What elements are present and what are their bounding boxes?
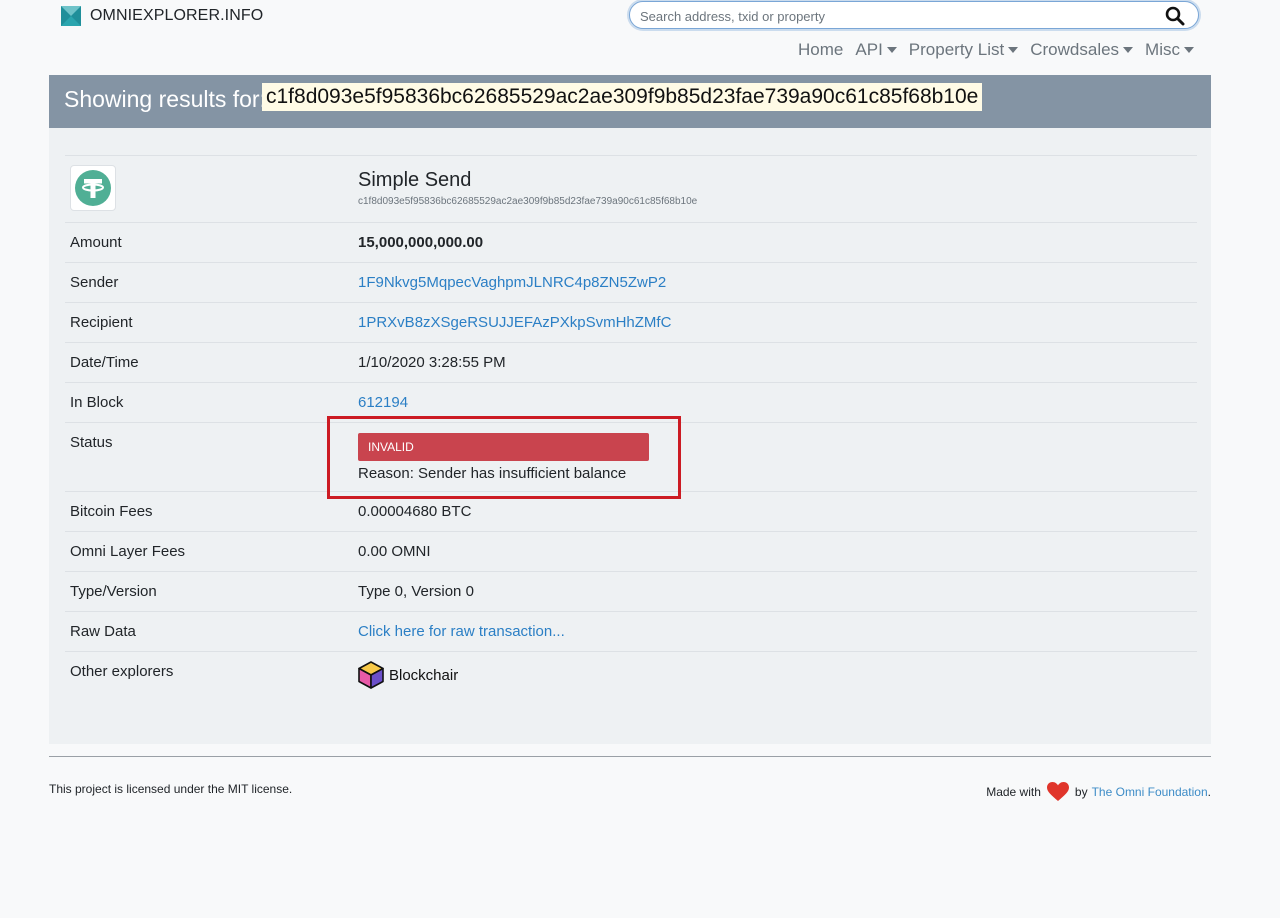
sender-label: Sender	[70, 274, 119, 291]
transaction-panel: Simple Send c1f8d093e5f95836bc62685529ac…	[49, 128, 1211, 744]
omni-fees-label: Omni Layer Fees	[70, 543, 186, 560]
raw-data-row: Raw Data Click here for raw transaction.…	[65, 612, 1197, 652]
type-version-row: Type/Version Type 0, Version 0	[65, 572, 1197, 612]
omni-foundation-link[interactable]: The Omni Foundation	[1092, 785, 1208, 799]
bitcoin-fees-row: Bitcoin Fees 0.00004680 BTC	[65, 492, 1197, 532]
status-row: Status INVALID Reason: Sender has insuff…	[65, 416, 1197, 499]
by-label: by	[1074, 785, 1088, 799]
license-text: This project is licensed under the MIT l…	[49, 782, 293, 796]
brand-name: OMNIEXPLORER.INFO	[90, 7, 264, 24]
datetime-row: Date/Time 1/10/2020 3:28:55 PM	[65, 343, 1197, 383]
made-with-label: Made with	[986, 785, 1041, 799]
chevron-down-icon	[886, 47, 897, 53]
bitcoin-fees-value: 0.00004680 BTC	[358, 503, 472, 520]
transaction-table: Simple Send c1f8d093e5f95836bc62685529ac…	[65, 155, 1197, 712]
transaction-id: c1f8d093e5f95836bc62685529ac2ae309f9b85d…	[358, 196, 698, 207]
tether-icon	[75, 170, 111, 206]
amount-value: 15,000,000,000.00	[358, 234, 484, 251]
nav-crowdsales[interactable]: Crowdsales	[1030, 40, 1134, 60]
block-link[interactable]: 612194	[358, 394, 408, 411]
search-box[interactable]	[629, 1, 1199, 29]
transaction-type: Simple Send	[358, 169, 472, 191]
nav-api[interactable]: API	[855, 40, 897, 60]
chevron-down-icon	[1008, 47, 1019, 53]
search-input[interactable]	[640, 7, 1150, 25]
chevron-down-icon	[1123, 47, 1134, 53]
results-label: Showing results for:	[64, 86, 266, 112]
brand[interactable]: OMNIEXPLORER.INFO	[61, 6, 263, 26]
type-version-value: Type 0, Version 0	[358, 583, 474, 600]
footer-period: .	[1207, 785, 1211, 799]
omni-fees-value: 0.00 OMNI	[358, 543, 431, 560]
other-explorers-row: Other explorers Blockchair	[65, 652, 1197, 712]
omni-logo-icon	[61, 6, 81, 26]
datetime-value: 1/10/2020 3:28:55 PM	[358, 354, 506, 371]
token-logo[interactable]	[70, 165, 116, 211]
sender-address-link[interactable]: 1F9Nkvg5MqpecVaghpmJLNRC4p8ZN5ZwP2	[358, 274, 666, 291]
nav-home[interactable]: Home	[798, 40, 843, 60]
nav-property-list[interactable]: Property List	[909, 40, 1019, 60]
results-banner: Showing results for: c1f8d093e5f95836bc6…	[49, 75, 1211, 128]
recipient-address-link[interactable]: 1PRXvB8zXSgeRSUJJEFAzPXkpSvmHhZMfC	[358, 314, 671, 331]
block-label: In Block	[70, 394, 124, 411]
amount-label: Amount	[70, 234, 122, 251]
raw-transaction-link[interactable]: Click here for raw transaction...	[358, 623, 565, 640]
heart-icon	[1046, 782, 1069, 801]
blockchair-cube-icon	[358, 661, 384, 689]
recipient-label: Recipient	[70, 314, 133, 331]
type-version-label: Type/Version	[70, 583, 157, 600]
status-badge: INVALID	[358, 433, 649, 461]
block-row: In Block 612194	[65, 383, 1197, 423]
recipient-row: Recipient 1PRXvB8zXSgeRSUJJEFAzPXkpSvmHh…	[65, 303, 1197, 343]
main-nav: Home API Property List Crowdsales Misc	[786, 40, 1194, 60]
made-with: Made with by The Omni Foundation.	[986, 782, 1211, 802]
chevron-down-icon	[1184, 47, 1194, 53]
status-reason: Reason: Sender has insufficient balance	[358, 465, 627, 482]
footer-divider	[49, 756, 1211, 757]
bitcoin-fees-label: Bitcoin Fees	[70, 503, 153, 520]
results-query: c1f8d093e5f95836bc62685529ac2ae309f9b85d…	[262, 83, 983, 111]
blockchair-label: Blockchair	[389, 666, 459, 684]
amount-row: Amount 15,000,000,000.00	[65, 223, 1197, 263]
sender-row: Sender 1F9Nkvg5MqpecVaghpmJLNRC4p8ZN5ZwP…	[65, 263, 1197, 303]
omni-fees-row: Omni Layer Fees 0.00 OMNI	[65, 532, 1197, 572]
status-label: Status	[70, 434, 113, 451]
blockchair-link[interactable]: Blockchair	[358, 661, 458, 689]
nav-misc[interactable]: Misc	[1145, 40, 1194, 60]
other-explorers-label: Other explorers	[70, 663, 174, 680]
transaction-header-row: Simple Send c1f8d093e5f95836bc62685529ac…	[65, 156, 1197, 223]
raw-data-label: Raw Data	[70, 623, 136, 640]
search-icon[interactable]	[1165, 6, 1185, 26]
datetime-label: Date/Time	[70, 354, 139, 371]
